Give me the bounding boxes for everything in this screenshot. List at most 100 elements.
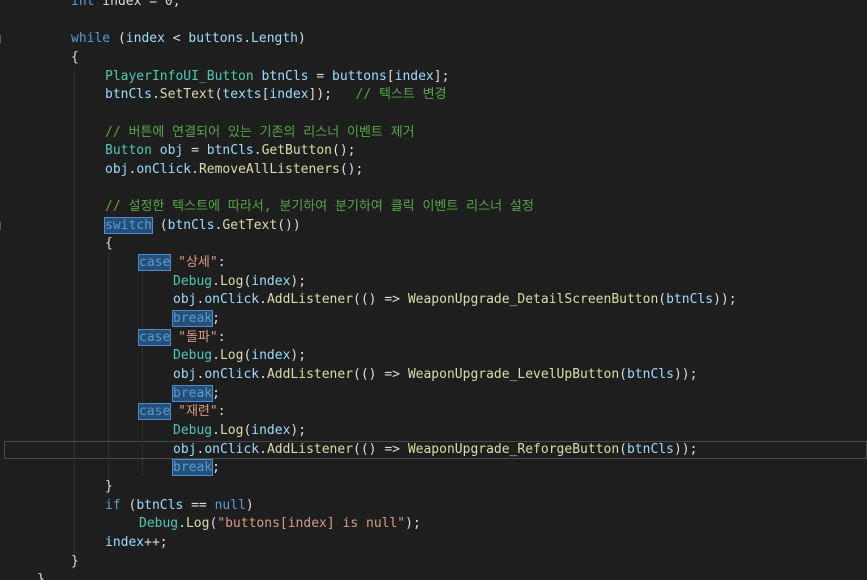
code-token: . [212,348,220,364]
code-token: PlayerInfoUI_Button [105,68,254,84]
code-token: index [251,348,291,364]
code-token: obj [173,292,197,308]
code-token: null [214,497,246,513]
code-line[interactable] [0,105,867,124]
code-line[interactable]: while (index < buttons.Length) [0,30,867,49]
code-line[interactable]: int index = 0; [0,0,867,12]
code-line[interactable] [0,12,867,31]
code-token: ]); [308,87,333,103]
code-token: index [251,273,291,289]
code-token: onClick [136,161,192,177]
code-token: index [394,68,434,84]
code-token: ; [212,311,220,327]
code-editor[interactable]: int index = 0; while (index < buttons.Len… [0,0,867,580]
code-line[interactable]: Debug.Log(index); [0,347,867,366]
code-token: ( [619,441,627,457]
code-line[interactable]: // 버튼에 연결되어 있는 기존의 리스너 이벤트 제거 [0,124,867,143]
code-token: AddListener [266,292,354,308]
code-line[interactable]: Debug.Log(index); [0,422,867,441]
code-line[interactable]: } [0,553,867,572]
code-token: AddListener [266,441,354,457]
code-token: == [183,497,215,513]
code-line[interactable]: if (btnCls == null) [0,497,867,516]
code-token: : [217,329,226,345]
code-line[interactable]: case "상세": [0,254,867,273]
code-token: SetText [159,87,215,103]
code-line[interactable]: obj.onClick.AddListener(() => WeaponUpgr… [0,441,867,460]
code-token: btnCls [626,441,674,457]
code-line[interactable]: break; [0,310,867,329]
code-token: ()) [277,217,301,233]
code-token: ( [110,31,126,47]
code-line[interactable] [0,180,867,199]
code-line[interactable]: } [0,571,867,580]
code-line[interactable]: obj.onClick.RemoveAllListeners(); [0,161,867,180]
code-token: . [151,87,160,103]
code-token: . [253,143,262,159]
code-token: btnCls [167,217,215,233]
code-token: ( [619,367,627,382]
code-token: ; [212,460,220,476]
code-token: obj [159,143,184,159]
code-token: GetButton [261,143,333,159]
code-token: )); [673,441,698,457]
code-line[interactable]: obj.onClick.AddListener(() => WeaponUpgr… [0,291,867,310]
code-token: ) [245,497,254,513]
code-comment: // 텍스트 변경 [332,87,447,103]
code-line[interactable]: Button obj = btnCls.GetButton(); [0,142,867,161]
code-token: (() => [353,292,408,308]
code-token: ) [298,31,306,47]
code-token: onClick [204,441,260,457]
code-line[interactable]: break; [0,384,867,404]
code-token: index [105,534,145,550]
code-token: btnCls [136,497,184,513]
code-token: ); [405,516,421,532]
code-token: [ [386,68,395,84]
code-token: } [37,572,45,580]
code-token: Debug [139,516,179,532]
code-token: { [105,236,113,252]
code-token: btnCls [626,367,674,382]
code-line[interactable]: switch (btnCls.GetText()) [0,216,867,236]
code-line[interactable]: // 설정한 텍스트에 따라서, 분기하여 분기하여 클릭 이벤트 리스너 설정 [0,198,867,217]
code-token: . [212,273,220,289]
code-token: buttons [188,31,244,47]
code-token: obj [105,161,129,177]
code-line[interactable]: btnCls.SetText(texts[index]); // 텍스트 변경 [0,86,867,105]
code-token: )); [713,292,737,308]
code-token: Button [105,143,152,159]
code-token: Debug [173,348,213,364]
code-line[interactable]: } [0,478,867,497]
code-token: buttons [332,68,387,84]
code-line[interactable]: { [0,49,867,68]
code-line[interactable]: { [0,235,867,254]
code-token: . [212,422,220,438]
code-token: ++; [144,534,168,550]
code-token: onClick [204,292,260,308]
code-token: : [217,404,226,420]
code-line[interactable]: case "돌파": [0,328,867,348]
code-token: index = 0; [94,0,181,9]
code-token: ); [290,348,307,364]
code-line[interactable]: index++; [0,534,867,553]
code-line[interactable]: case "재련": [0,403,867,422]
code-token: . [191,161,199,177]
code-token: } [71,553,79,569]
code-token: Length [251,31,299,47]
code-token: switch [104,216,153,234]
code-token: = [183,143,207,159]
code-line[interactable]: Debug.Log("buttons[index] is null"); [0,515,867,534]
code-line[interactable]: PlayerInfoUI_Button btnCls = buttons[ind… [0,68,867,87]
code-token: texts [222,87,262,103]
code-token: } [105,478,113,494]
code-line[interactable]: break; [0,459,867,478]
code-token: if [105,497,121,513]
code-token: Log [185,516,210,532]
code-line[interactable]: obj.onClick.AddListener(() => WeaponUpgr… [0,366,867,385]
code-token: btnCls [666,292,714,308]
code-token: (() => [353,441,408,457]
code-line[interactable]: Debug.Log(index); [0,273,867,292]
code-token: ; [212,385,220,401]
code-token: Debug [173,422,213,438]
